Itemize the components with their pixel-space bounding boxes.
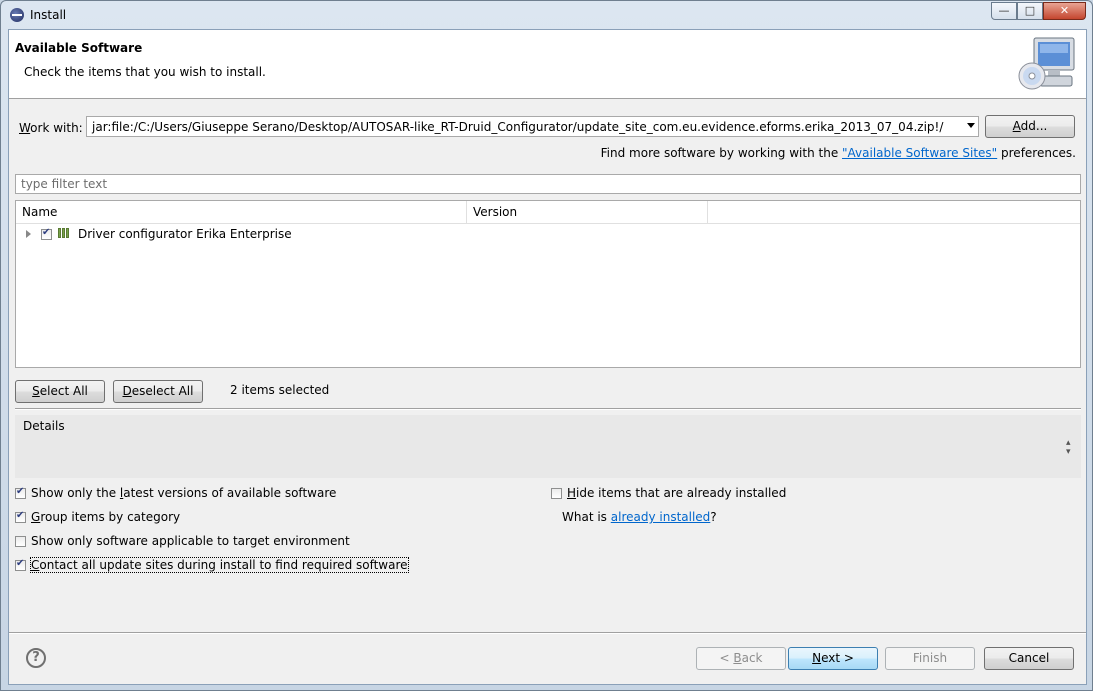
already-installed-link[interactable]: already installed	[611, 510, 711, 524]
install-dialog: Install — □ ✕ Available Software Check t…	[0, 0, 1093, 691]
applicable-only-label: Show only software applicable to target …	[31, 534, 350, 548]
next-button[interactable]: Next >	[788, 647, 878, 670]
maximize-button[interactable]: □	[1017, 2, 1043, 20]
tree-header: Name Version	[16, 201, 1080, 224]
available-software-sites-link[interactable]: "Available Software Sites"	[842, 146, 997, 160]
filter-input[interactable]	[16, 175, 1080, 193]
add-button[interactable]: Add...	[985, 115, 1075, 138]
find-more-suffix: preferences.	[997, 146, 1076, 160]
chevron-down-icon[interactable]	[967, 123, 975, 128]
work-with-label: Work with:	[19, 121, 83, 135]
details-label: Details	[23, 419, 65, 433]
contact-all-sites-label: Contact all update sites during install …	[30, 557, 409, 573]
work-with-value: jar:file:/C:/Users/Giuseppe Serano/Deskt…	[92, 120, 944, 134]
latest-versions-label: Show only the latest versions of availab…	[31, 486, 337, 500]
tree-row-label: Driver configurator Erika Enterprise	[78, 227, 292, 241]
minimize-button[interactable]: —	[991, 2, 1017, 20]
question-mark-icon[interactable]: ?	[26, 648, 46, 668]
what-is-prefix: What is	[562, 510, 611, 524]
window-controls: — □ ✕	[991, 2, 1086, 21]
select-all-button[interactable]: Select All	[15, 380, 105, 403]
footer-separator	[9, 632, 1086, 634]
what-is-suffix: ?	[710, 510, 717, 524]
eclipse-icon	[10, 8, 24, 22]
computer-cd-icon	[1018, 37, 1075, 90]
banner-subtitle: Check the items that you wish to install…	[24, 65, 266, 79]
filter-field[interactable]	[15, 174, 1081, 194]
details-scroll-arrows-icon[interactable]: ▴ ▾	[1066, 439, 1075, 459]
find-more-text: Find more software by working with the "…	[601, 146, 1076, 160]
feature-icon	[58, 228, 72, 239]
contact-all-sites-checkbox[interactable]	[15, 558, 26, 571]
group-by-category-checkbox[interactable]	[15, 510, 26, 523]
tree-row[interactable]: Driver configurator Erika Enterprise	[16, 225, 1080, 245]
selection-count: 2 items selected	[230, 383, 330, 397]
latest-versions-checkbox[interactable]	[15, 486, 26, 499]
title-bar[interactable]: Install — □ ✕	[1, 1, 1092, 29]
find-more-prefix: Find more software by working with the	[600, 146, 843, 160]
what-is-installed: What is already installed?	[562, 510, 717, 524]
column-header-version[interactable]: Version	[467, 201, 708, 223]
cancel-button[interactable]: Cancel	[984, 647, 1074, 670]
group-by-category-label: Group items by category	[31, 510, 181, 524]
deselect-all-button[interactable]: Deselect All	[113, 380, 203, 403]
window-title: Install	[30, 8, 67, 22]
separator	[15, 408, 1081, 410]
work-with-combo[interactable]: jar:file:/C:/Users/Giuseppe Serano/Deskt…	[86, 116, 979, 137]
back-button[interactable]: < Back	[696, 647, 786, 670]
header-banner: Available Software Check the items that …	[9, 30, 1086, 99]
column-header-name[interactable]: Name	[16, 201, 467, 223]
hide-installed-checkbox[interactable]	[551, 488, 562, 499]
banner-title: Available Software	[15, 41, 143, 55]
close-button[interactable]: ✕	[1043, 2, 1086, 20]
applicable-only-checkbox[interactable]	[15, 536, 26, 547]
finish-button[interactable]: Finish	[885, 647, 975, 670]
hide-installed-label: Hide items that are already installed	[567, 486, 787, 500]
column-header-empty	[708, 201, 1080, 223]
expand-arrow-icon[interactable]	[26, 230, 31, 238]
software-tree[interactable]: Name Version Driver configurator Erika E…	[15, 200, 1081, 368]
details-area[interactable]: Details ▴ ▾	[15, 415, 1081, 478]
dialog-content: Available Software Check the items that …	[8, 29, 1087, 685]
row-checkbox[interactable]	[41, 227, 52, 240]
